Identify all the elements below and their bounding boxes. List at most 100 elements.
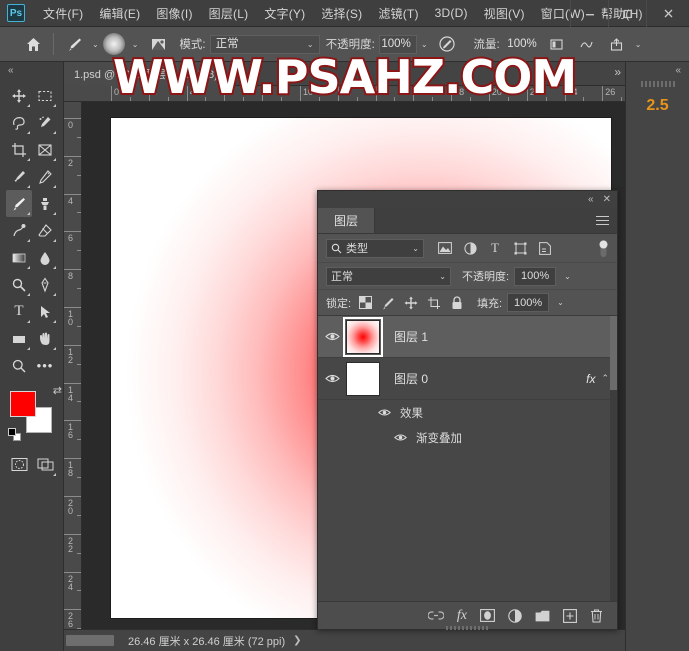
rectangle-tool[interactable] <box>6 325 32 352</box>
move-tool[interactable] <box>6 82 32 109</box>
layers-scrollbar[interactable] <box>610 316 617 601</box>
new-layer-icon[interactable] <box>563 608 577 623</box>
healing-brush-tool[interactable] <box>32 163 58 190</box>
hand-tool[interactable] <box>32 325 58 352</box>
layer-opacity-caret-icon[interactable]: ⌄ <box>564 272 571 281</box>
fill-caret-icon[interactable]: ⌄ <box>557 298 564 307</box>
quick-mask-icon[interactable] <box>6 451 32 478</box>
panel-resize-grip[interactable] <box>445 626 490 630</box>
menu-filter[interactable]: 滤镜(T) <box>370 2 426 25</box>
layers-scrollbar-thumb[interactable] <box>610 316 617 390</box>
eyedropper-tool[interactable] <box>6 163 32 190</box>
filter-kind-select[interactable]: 类型 ⌄ <box>326 238 424 258</box>
frame-tool[interactable] <box>32 136 58 163</box>
maximize-button[interactable] <box>608 0 646 27</box>
lock-image-pixels-icon[interactable] <box>379 294 397 312</box>
link-layers-icon[interactable] <box>427 610 444 621</box>
lock-transparent-pixels-icon[interactable] <box>356 294 374 312</box>
add-layer-mask-icon[interactable] <box>480 609 495 622</box>
layer-visibility-icon[interactable] <box>318 373 346 384</box>
fill-input[interactable]: 100% <box>507 293 550 312</box>
effect-visibility-icon[interactable] <box>390 433 410 442</box>
list-item[interactable]: 渐变叠加 <box>318 425 617 450</box>
menu-type[interactable]: 文字(Y) <box>256 2 313 25</box>
zoom-tool[interactable] <box>6 352 32 379</box>
tab-layers[interactable]: 图层 <box>318 208 376 233</box>
smoothing-icon[interactable] <box>574 31 600 57</box>
lock-artboard-nesting-icon[interactable] <box>425 294 443 312</box>
screen-mode-icon[interactable] <box>32 451 58 478</box>
toolbar-collapse-button[interactable]: « <box>0 62 63 78</box>
menu-select[interactable]: 选择(S) <box>313 2 370 25</box>
table-row[interactable]: 图层 1 <box>318 316 617 358</box>
effects-visibility-icon[interactable] <box>374 408 394 417</box>
menu-layer[interactable]: 图层(L) <box>201 2 257 25</box>
brush-preview[interactable] <box>102 33 125 55</box>
layer-thumbnail[interactable] <box>343 316 383 357</box>
horizontal-scrollbar[interactable] <box>66 635 114 646</box>
delete-layer-icon[interactable] <box>590 608 603 623</box>
foreground-color-swatch[interactable] <box>10 391 36 417</box>
status-expand-icon[interactable]: ❯ <box>293 635 301 646</box>
menu-edit[interactable]: 编辑(E) <box>91 2 148 25</box>
layers-panel-collapse-icon[interactable]: « <box>588 194 594 205</box>
more-tools[interactable]: ••• <box>32 352 58 379</box>
filter-type-icon[interactable]: T <box>485 238 505 258</box>
mode-select[interactable]: 正常 ⌄ <box>209 34 320 54</box>
filter-toggle-icon[interactable] <box>597 238 609 258</box>
filter-smartobject-icon[interactable] <box>535 238 555 258</box>
home-icon[interactable] <box>20 31 46 57</box>
swap-colors-icon[interactable]: ⇄ <box>53 384 62 397</box>
new-group-icon[interactable] <box>535 610 550 622</box>
tablet-pressure-icon[interactable] <box>544 31 570 57</box>
layer-thumbnail[interactable] <box>346 361 380 396</box>
type-tool[interactable]: T <box>6 298 32 325</box>
flow-input[interactable]: 100% <box>504 35 542 54</box>
menu-view[interactable]: 视图(V) <box>476 2 533 25</box>
lock-position-icon[interactable] <box>402 294 420 312</box>
clone-stamp-tool[interactable] <box>32 190 58 217</box>
new-adjustment-layer-icon[interactable] <box>508 608 522 623</box>
filter-shape-icon[interactable] <box>510 238 530 258</box>
layer-fx-chevron-icon[interactable]: ⌃ <box>601 373 609 384</box>
right-dock-collapse-button[interactable]: « <box>626 62 689 78</box>
layer-opacity-input[interactable]: 100% <box>514 266 557 286</box>
layers-list[interactable]: 图层 1 图层 0 fx ⌃ 效果 渐变叠加 <box>318 316 617 601</box>
brush-tool[interactable] <box>6 190 32 217</box>
layers-panel-close-icon[interactable]: ✕ <box>603 194 611 205</box>
filter-adjustment-icon[interactable] <box>460 238 480 258</box>
brush-tool-caret[interactable]: ⌄ <box>92 40 99 49</box>
layer-name[interactable]: 图层 0 <box>394 370 428 387</box>
menu-image[interactable]: 图像(I) <box>148 2 200 25</box>
opacity-caret-icon[interactable]: ⌄ <box>421 40 428 49</box>
menu-file[interactable]: 文件(F) <box>35 2 91 25</box>
airbrush-icon[interactable] <box>434 31 460 57</box>
default-colors-icon[interactable] <box>8 428 21 441</box>
crop-tool[interactable] <box>6 136 32 163</box>
share-upload-icon[interactable] <box>604 31 630 57</box>
minimize-button[interactable] <box>570 0 608 27</box>
layer-visibility-icon[interactable] <box>318 331 346 342</box>
pen-tool[interactable] <box>32 271 58 298</box>
layer-style-fx-icon[interactable]: fx <box>457 608 467 624</box>
history-brush-tool[interactable] <box>6 217 32 244</box>
table-row[interactable]: 图层 0 fx ⌃ <box>318 358 617 400</box>
marquee-tool[interactable] <box>32 82 58 109</box>
lasso-tool[interactable] <box>6 109 32 136</box>
layers-panel-menu-icon[interactable] <box>588 208 617 233</box>
tab-overflow-icon[interactable]: » <box>614 65 621 79</box>
layer-name[interactable]: 图层 1 <box>394 328 428 345</box>
right-dock-grip[interactable] <box>640 81 675 87</box>
dodge-tool[interactable] <box>6 271 32 298</box>
quick-select-tool[interactable] <box>32 109 58 136</box>
opacity-input[interactable]: 100% <box>378 34 417 54</box>
list-item[interactable]: 效果 <box>318 400 617 425</box>
options-overflow-caret[interactable]: ⌄ <box>635 40 642 49</box>
brush-preset-caret[interactable]: ⌄ <box>132 40 139 49</box>
brush-tool-icon[interactable] <box>61 31 87 57</box>
gradient-tool[interactable] <box>6 244 32 271</box>
filter-pixel-icon[interactable] <box>435 238 455 258</box>
menu-3d[interactable]: 3D(D) <box>427 3 476 23</box>
eraser-tool[interactable] <box>32 217 58 244</box>
blend-mode-select[interactable]: 正常 ⌄ <box>326 266 451 286</box>
